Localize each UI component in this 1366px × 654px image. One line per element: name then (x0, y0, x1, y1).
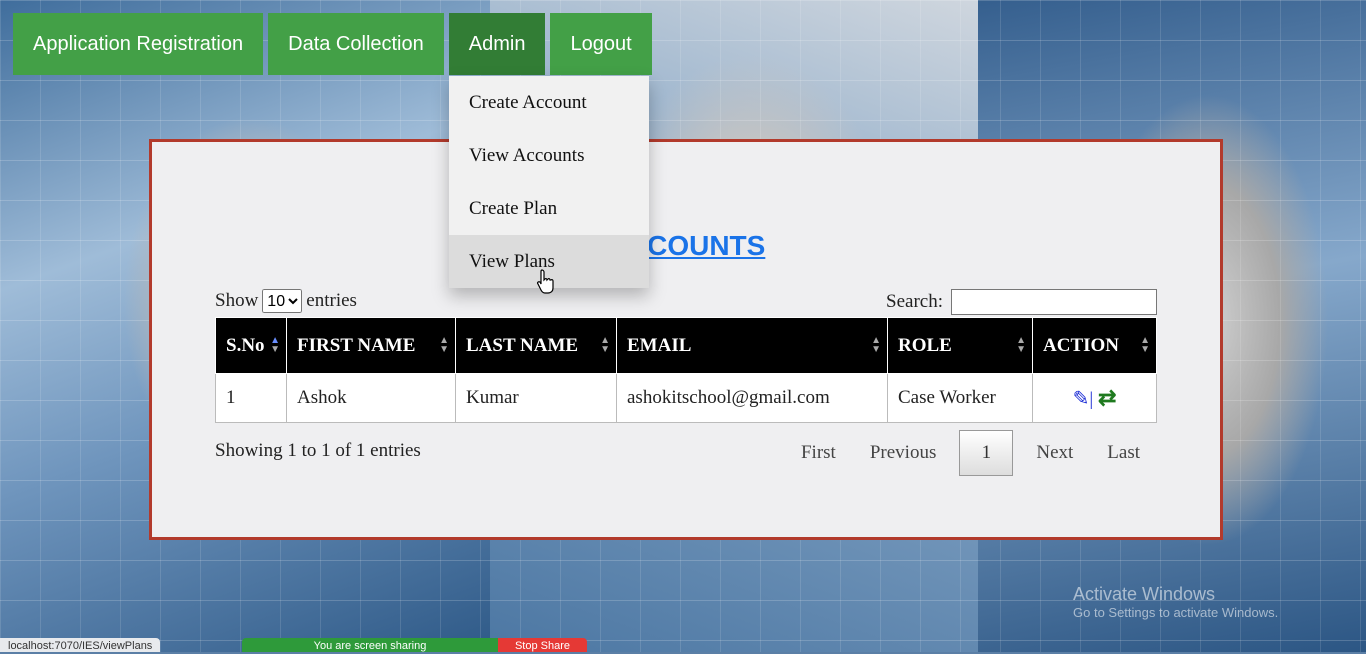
cell-actions: ✎| ⇄ (1032, 373, 1157, 423)
pagination: First Previous 1 Next Last (784, 430, 1157, 476)
pagination-next[interactable]: Next (1019, 442, 1090, 464)
table-info: Showing 1 to 1 of 1 entries (215, 440, 421, 461)
menu-item-create-account[interactable]: Create Account (449, 76, 649, 129)
browser-status-url: localhost:7070/IES/viewPlans (0, 638, 161, 652)
search-control: Search: (886, 289, 1157, 315)
pagination-current-page[interactable]: 1 (959, 430, 1014, 476)
edit-pencil-icon[interactable]: ✎ (1073, 388, 1090, 410)
cell-role: Case Worker (887, 373, 1033, 423)
column-header-last-name[interactable]: LAST NAME ▲ ▼ (455, 317, 617, 374)
show-label: Show (215, 290, 259, 311)
swap-arrows-icon[interactable]: ⇄ (1098, 385, 1116, 410)
pagination-last[interactable]: Last (1090, 442, 1157, 464)
column-header-email[interactable]: EMAIL ▲ ▼ (616, 317, 888, 374)
column-header-sno[interactable]: S.No ▲ ▼ (215, 317, 287, 374)
stop-share-button[interactable]: Stop Share (498, 638, 587, 652)
cell-first-name: Ashok (286, 373, 456, 423)
page-title: ACCOUNTS (606, 230, 766, 261)
accounts-table: S.No ▲ ▼ FIRST NAME ▲ ▼ LAST NAME ▲ ▼ EMAIL ▲ ▼ … (215, 317, 1157, 423)
column-header-role[interactable]: ROLE ▲ ▼ (887, 317, 1033, 374)
entries-label: entries (306, 290, 357, 311)
cell-sno: 1 (215, 373, 287, 423)
sort-icon: ▲ ▼ (1016, 335, 1026, 355)
hand-pointer-icon (537, 269, 554, 294)
nav-application-registration[interactable]: Application Registration (13, 13, 264, 75)
nav-data-collection[interactable]: Data Collection (268, 13, 444, 75)
table-row: 1 Ashok Kumar ashokitschool@gmail.com Ca… (215, 373, 1157, 423)
cell-email: ashokitschool@gmail.com (616, 373, 888, 423)
search-input[interactable] (951, 289, 1157, 315)
nav-admin[interactable]: Admin (448, 13, 546, 75)
sort-icon: ▲ ▼ (600, 335, 610, 355)
menu-item-view-accounts[interactable]: View Accounts (449, 129, 649, 182)
cell-last-name: Kumar (455, 373, 617, 423)
search-label: Search: (886, 291, 943, 312)
sort-icon: ▲ ▼ (270, 335, 280, 355)
sort-icon: ▲ ▼ (1140, 335, 1150, 355)
screen-sharing-banner: You are screen sharing (242, 638, 498, 652)
top-nav: Application Registration Data Collection… (13, 13, 652, 75)
page-size-select[interactable]: 10 (262, 289, 303, 313)
pagination-first[interactable]: First (784, 442, 853, 464)
column-header-first-name[interactable]: FIRST NAME ▲ ▼ (286, 317, 456, 374)
accounts-panel: ACCOUNTS Show 10 entries Search: S.No ▲ ▼ … (149, 139, 1223, 540)
admin-dropdown-menu: Create Account View Accounts Create Plan… (449, 76, 649, 288)
pagination-previous[interactable]: Previous (853, 442, 954, 464)
page-size-control: Show 10 entries (215, 289, 357, 313)
table-header-row: S.No ▲ ▼ FIRST NAME ▲ ▼ LAST NAME ▲ ▼ EMAIL ▲ ▼ … (215, 317, 1157, 374)
sort-icon: ▲ ▼ (871, 335, 881, 355)
activate-windows-watermark: Activate Windows Go to Settings to activ… (1073, 584, 1279, 620)
nav-logout[interactable]: Logout (550, 13, 652, 75)
sort-icon: ▲ ▼ (439, 335, 449, 355)
menu-item-create-plan[interactable]: Create Plan (449, 182, 649, 235)
column-header-action[interactable]: ACTION ▲ ▼ (1032, 317, 1157, 374)
